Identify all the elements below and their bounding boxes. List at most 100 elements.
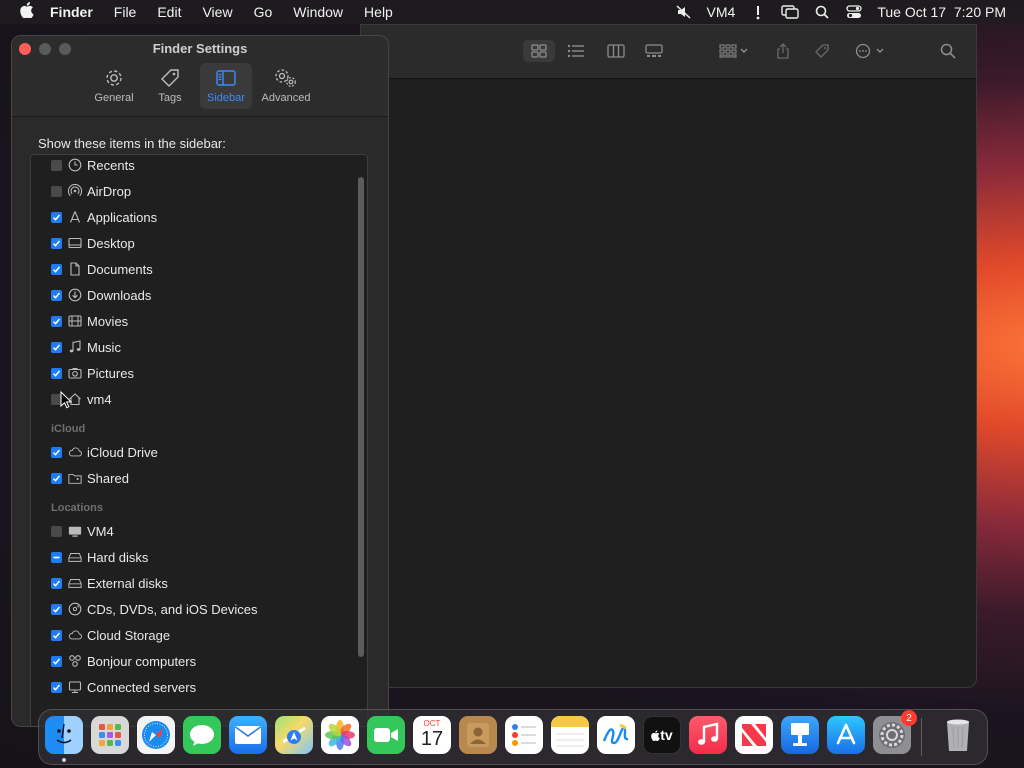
list-item-pictures[interactable]: Pictures [51,363,134,383]
settings-tabs: General Tags Sidebar Advanced [88,63,316,109]
list-item-downloads[interactable]: Downloads [51,285,151,305]
column-view-button[interactable] [605,40,627,62]
dock-finder[interactable] [45,716,83,754]
dock-music[interactable] [689,716,727,754]
tab-advanced[interactable]: Advanced [256,63,316,109]
menu-file[interactable]: File [114,4,137,20]
dock-contacts[interactable] [459,716,497,754]
dock-photos[interactable] [321,716,359,754]
desktop-checkbox[interactable] [51,237,62,249]
ellipsis-circle-icon [855,43,884,59]
applications-checkbox[interactable] [51,211,62,223]
menu-window[interactable]: Window [293,4,343,20]
dock-maps[interactable] [275,716,313,754]
finder-search-button[interactable] [937,40,959,62]
list-view-button[interactable] [565,40,587,62]
computer-icon [68,524,82,538]
dock-system-settings[interactable]: 2 [873,710,917,754]
menu-finder[interactable]: Finder [50,4,93,20]
airdrop-checkbox[interactable] [51,185,62,197]
tab-sidebar[interactable]: Sidebar [200,63,252,109]
list-item-icloud-drive[interactable]: iCloud Drive [51,442,158,462]
movies-checkbox[interactable] [51,315,62,327]
dock-mail[interactable] [229,716,267,754]
tag-button[interactable] [811,40,833,62]
cds-dvds-checkbox[interactable] [51,603,62,615]
list-item-applications[interactable]: Applications [51,207,157,227]
list-item-vm4[interactable]: VM4 [51,521,114,541]
list-item-bonjour[interactable]: Bonjour computers [51,651,196,671]
shared-checkbox[interactable] [51,472,62,484]
downloads-checkbox[interactable] [51,289,62,301]
gears-icon [275,69,296,87]
menu-clock[interactable]: Tue Oct 17 7:20 PM [877,4,1006,20]
list-item-airdrop[interactable]: AirDrop [51,181,131,201]
menu-view[interactable]: View [202,4,232,20]
trash-icon [947,719,969,751]
control-center-icon[interactable] [845,4,863,20]
dock-app-store[interactable] [827,716,865,754]
music-checkbox[interactable] [51,341,62,353]
tab-general[interactable]: General [88,63,140,109]
mute-icon[interactable] [675,4,693,20]
list-item-hard-disks[interactable]: Hard disks [51,547,148,567]
cds-dvds-label: CDs, DVDs, and iOS Devices [87,601,258,617]
music-note-icon [698,722,719,745]
menu-go[interactable]: Go [254,4,273,20]
hard-disks-label: Hard disks [87,549,149,565]
menu-edit[interactable]: Edit [157,4,181,20]
dock-notes[interactable] [551,716,589,754]
group-by-button[interactable] [715,40,753,62]
list-item-cloud-storage[interactable]: Cloud Storage [51,625,170,645]
documents-checkbox[interactable] [51,263,62,275]
vm4-checkbox[interactable] [51,525,62,537]
icloud-drive-checkbox[interactable] [51,446,62,458]
dock-calendar[interactable]: OCT 17 [413,716,451,754]
action-menu-button[interactable] [853,40,889,62]
list-item-shared[interactable]: Shared [51,468,129,488]
document-icon [68,262,82,276]
dock-facetime[interactable] [367,716,405,754]
bonjour-checkbox[interactable] [51,655,62,667]
sidebar-items-list[interactable]: Recents AirDrop Applications Desktop Doc… [30,154,368,726]
tab-tags[interactable]: Tags [144,63,196,109]
recents-checkbox[interactable] [51,159,62,171]
list-item-documents[interactable]: Documents [51,259,153,279]
pictures-checkbox[interactable] [51,367,62,379]
hard-disks-checkbox[interactable] [51,551,62,563]
menu-help[interactable]: Help [364,4,393,20]
dock-reminders[interactable] [505,716,543,754]
cloud-storage-checkbox[interactable] [51,629,62,641]
dock-keynote[interactable] [781,716,819,754]
bonjour-icon [68,654,82,668]
screen-mirroring-icon[interactable] [781,4,800,20]
dock-apple-tv[interactable]: tv [643,716,681,754]
list-item-recents[interactable]: Recents [51,155,135,175]
apple-menu-icon[interactable] [18,1,36,23]
external-disks-checkbox[interactable] [51,577,62,589]
list-item-movies[interactable]: Movies [51,311,128,331]
gallery-view-button[interactable] [643,40,665,62]
list-item-cds-dvds[interactable]: CDs, DVDs, and iOS Devices [51,599,258,619]
dock-trash[interactable] [939,716,977,754]
dock-news[interactable] [735,716,773,754]
dock-freeform[interactable] [597,716,635,754]
icon-view-button[interactable] [523,40,555,62]
list-item-external-disks[interactable]: External disks [51,573,168,593]
list-item-music[interactable]: Music [51,337,121,357]
share-button[interactable] [772,40,794,62]
desktop-icon [68,236,82,250]
icloud-drive-label: iCloud Drive [87,444,158,460]
list-item-desktop[interactable]: Desktop [51,233,135,253]
list-item-connected-servers[interactable]: Connected servers [51,677,196,697]
tab-tags-label: Tags [158,92,182,104]
wifi-off-icon[interactable] [749,4,767,20]
dock-launchpad[interactable] [91,716,129,754]
user-name[interactable]: VM4 [707,4,736,20]
dock-safari[interactable] [137,716,175,754]
dock-messages[interactable] [183,716,221,754]
documents-label: Documents [87,261,153,277]
connected-servers-checkbox[interactable] [51,681,62,693]
spotlight-search-icon[interactable] [813,4,831,20]
list-scrollbar[interactable] [358,177,364,657]
